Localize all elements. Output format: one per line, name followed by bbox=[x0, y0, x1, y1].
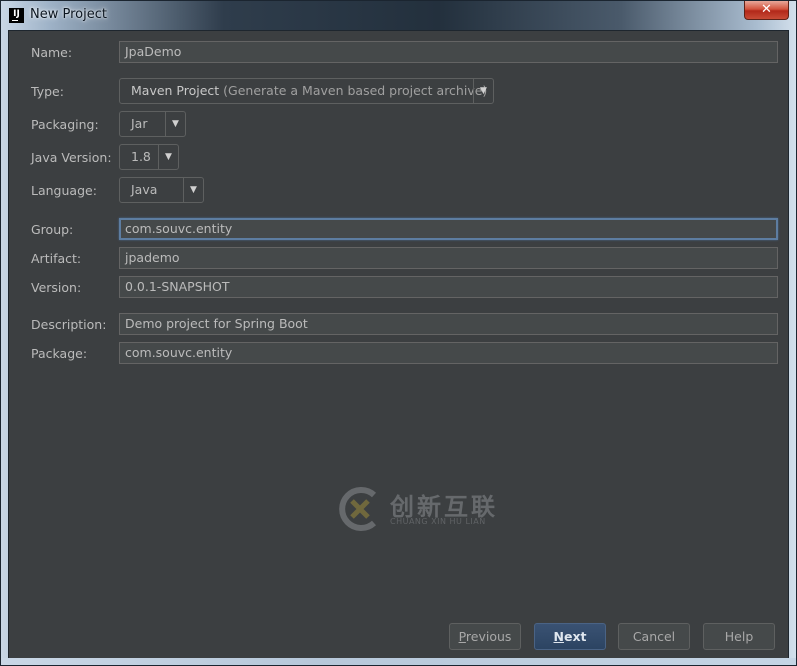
description-label: Description: bbox=[31, 317, 107, 332]
group-field[interactable]: com.souvc.entity bbox=[119, 218, 778, 240]
type-value-main: Maven Project bbox=[131, 83, 220, 98]
watermark-logo-icon bbox=[339, 487, 377, 531]
packaging-value: Jar bbox=[131, 116, 148, 131]
next-button[interactable]: Next bbox=[534, 623, 606, 650]
title-bar[interactable]: IJ New Project ✕ bbox=[1, 1, 796, 29]
language-dropdown[interactable]: Java ▼ bbox=[119, 177, 204, 203]
language-value: Java bbox=[131, 182, 158, 197]
watermark: 创新互联 CHUANG XIN HU LIAN bbox=[334, 483, 514, 535]
version-label: Version: bbox=[31, 280, 82, 295]
chevron-down-icon[interactable]: ▼ bbox=[473, 79, 493, 103]
cancel-button[interactable]: Cancel bbox=[618, 623, 690, 650]
type-value: Maven Project (Generate a Maven based pr… bbox=[131, 79, 487, 103]
packaging-dropdown[interactable]: Jar ▼ bbox=[119, 111, 186, 137]
window-title: New Project bbox=[30, 7, 107, 22]
previous-mnemonic: P bbox=[458, 629, 466, 644]
group-label: Group: bbox=[31, 222, 74, 237]
package-field[interactable]: com.souvc.entity bbox=[119, 342, 778, 364]
new-project-dialog: IJ New Project ✕ Name: JpaDemo Type: Mav… bbox=[0, 0, 797, 666]
previous-button[interactable]: Previous bbox=[449, 623, 521, 650]
java-version-dropdown[interactable]: 1.8 ▼ bbox=[119, 144, 179, 170]
window-frame-bottom bbox=[1, 658, 796, 665]
name-field[interactable]: JpaDemo bbox=[119, 41, 778, 63]
previous-label: revious bbox=[465, 629, 512, 644]
next-label: ext bbox=[563, 629, 587, 644]
type-dropdown[interactable]: Maven Project (Generate a Maven based pr… bbox=[119, 78, 494, 104]
type-value-description: (Generate a Maven based project archive) bbox=[219, 83, 488, 98]
java-version-value: 1.8 bbox=[131, 149, 151, 164]
next-mnemonic: N bbox=[553, 629, 564, 644]
packaging-label: Packaging: bbox=[31, 117, 99, 132]
dialog-content: Name: JpaDemo Type: Maven Project (Gener… bbox=[8, 30, 789, 660]
language-label: Language: bbox=[31, 183, 97, 198]
artifact-field[interactable]: jpademo bbox=[119, 247, 778, 269]
name-label: Name: bbox=[31, 45, 73, 60]
chevron-down-icon[interactable]: ▼ bbox=[183, 178, 203, 202]
chevron-down-icon[interactable]: ▼ bbox=[165, 112, 185, 136]
package-label: Package: bbox=[31, 346, 88, 361]
java-version-label: Java Version: bbox=[31, 150, 112, 165]
close-button[interactable]: ✕ bbox=[744, 1, 789, 20]
watermark-subtext: CHUANG XIN HU LIAN bbox=[390, 517, 486, 526]
description-field[interactable]: Demo project for Spring Boot bbox=[119, 313, 778, 335]
version-field[interactable]: 0.0.1-SNAPSHOT bbox=[119, 276, 778, 298]
intellij-app-icon: IJ bbox=[9, 8, 24, 23]
chevron-down-icon[interactable]: ▼ bbox=[158, 145, 178, 169]
type-label: Type: bbox=[31, 84, 64, 99]
help-button[interactable]: Help bbox=[703, 623, 775, 650]
artifact-label: Artifact: bbox=[31, 251, 82, 266]
